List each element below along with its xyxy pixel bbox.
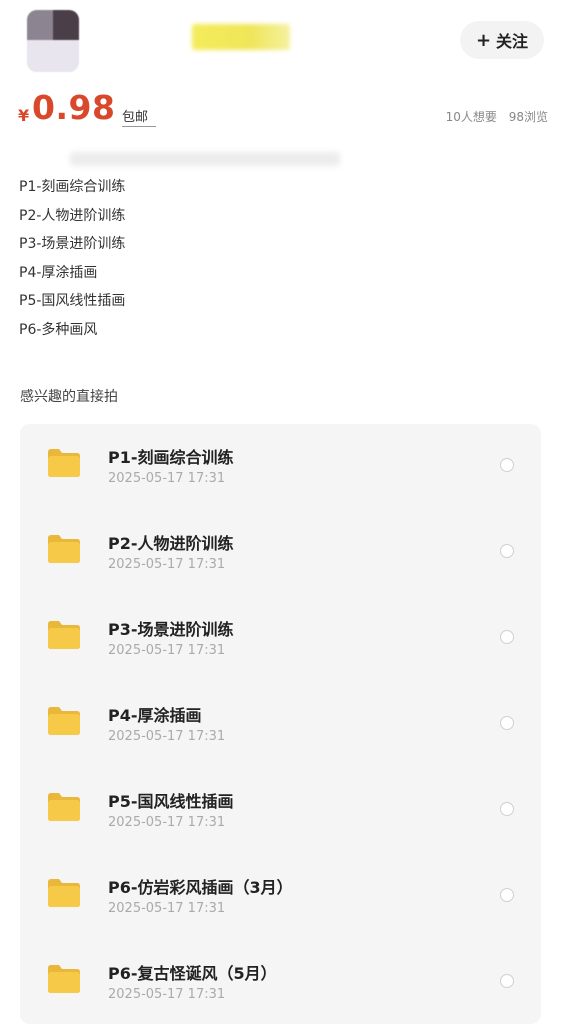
item-stats: 10人想要 98浏览 xyxy=(438,108,548,125)
folder-icon xyxy=(48,793,80,821)
file-date: 2025-05-17 17:31 xyxy=(108,987,226,1002)
follow-button[interactable]: + 关注 xyxy=(460,21,544,59)
folder-icon xyxy=(48,879,80,907)
folder-icon xyxy=(48,449,80,477)
file-name: P6-复古怪诞风（5月） xyxy=(108,964,277,983)
follow-label: 关注 xyxy=(496,32,529,51)
file-name: P4-厚涂插画 xyxy=(108,706,202,725)
folder-icon xyxy=(48,621,80,649)
file-date: 2025-05-17 17:31 xyxy=(108,729,226,744)
interest-note: 感兴趣的直接拍 xyxy=(20,389,118,405)
file-name: P6-仿岩彩风插画（3月） xyxy=(108,878,293,897)
file-date: 2025-05-17 17:31 xyxy=(108,815,226,830)
folder-icon xyxy=(48,535,80,563)
shipping-label: 包邮 xyxy=(122,110,149,125)
description-item: P6-多种画风 xyxy=(19,321,98,338)
radio-icon[interactable] xyxy=(500,544,514,558)
description-redacted xyxy=(70,152,340,166)
description-item: P2-人物进阶训练 xyxy=(19,207,126,224)
folder-icon xyxy=(48,965,80,993)
file-row[interactable]: P3-场景进阶训练 2025-05-17 17:31 xyxy=(20,604,541,690)
seller-header: + 关注 xyxy=(0,0,561,90)
radio-icon[interactable] xyxy=(500,716,514,730)
price-row: ¥ 0.98 包邮 10人想要 98浏览 xyxy=(18,88,548,132)
file-date: 2025-05-17 17:31 xyxy=(108,557,226,572)
file-row[interactable]: P2-人物进阶训练 2025-05-17 17:31 xyxy=(20,518,541,604)
seller-name-redacted xyxy=(192,24,290,50)
file-list: P1-刻画综合训练 2025-05-17 17:31 P2-人物进阶训练 202… xyxy=(20,424,541,1024)
description-item: P1-刻画综合训练 xyxy=(19,179,126,195)
file-row[interactable]: P6-复古怪诞风（5月） 2025-05-17 17:31 xyxy=(20,948,541,1024)
file-row[interactable]: P6-仿岩彩风插画（3月） 2025-05-17 17:31 xyxy=(20,862,541,948)
currency-symbol: ¥ xyxy=(18,106,30,125)
description-item: P5-国风线性插画 xyxy=(19,293,126,309)
radio-icon[interactable] xyxy=(500,802,514,816)
file-date: 2025-05-17 17:31 xyxy=(108,643,226,658)
file-name: P1-刻画综合训练 xyxy=(108,448,234,467)
file-date: 2025-05-17 17:31 xyxy=(108,901,226,916)
price-value: 0.98 xyxy=(32,88,116,127)
file-name: P3-场景进阶训练 xyxy=(108,620,234,639)
views-count: 98浏览 xyxy=(508,110,548,124)
folder-icon xyxy=(48,707,80,735)
file-row[interactable]: P1-刻画综合训练 2025-05-17 17:31 xyxy=(20,432,541,518)
description-item: P3-场景进阶训练 xyxy=(19,236,126,252)
file-row[interactable]: P5-国风线性插画 2025-05-17 17:31 xyxy=(20,776,541,862)
description-item: P4-厚涂插画 xyxy=(19,264,98,281)
plus-icon: + xyxy=(475,29,492,51)
file-name: P2-人物进阶训练 xyxy=(108,534,234,553)
radio-icon[interactable] xyxy=(500,888,514,902)
file-name: P5-国风线性插画 xyxy=(108,792,234,811)
description-list: P1-刻画综合训练 P2-人物进阶训练 P3-场景进阶训练 P4-厚涂插画 P5… xyxy=(19,176,125,347)
file-row[interactable]: P4-厚涂插画 2025-05-17 17:31 xyxy=(20,690,541,776)
shipping-underline xyxy=(122,126,156,127)
radio-icon[interactable] xyxy=(500,974,514,988)
radio-icon[interactable] xyxy=(500,630,514,644)
file-date: 2025-05-17 17:31 xyxy=(108,471,226,486)
wants-count: 10人想要 xyxy=(445,110,497,124)
radio-icon[interactable] xyxy=(500,458,514,472)
avatar[interactable] xyxy=(27,10,79,72)
